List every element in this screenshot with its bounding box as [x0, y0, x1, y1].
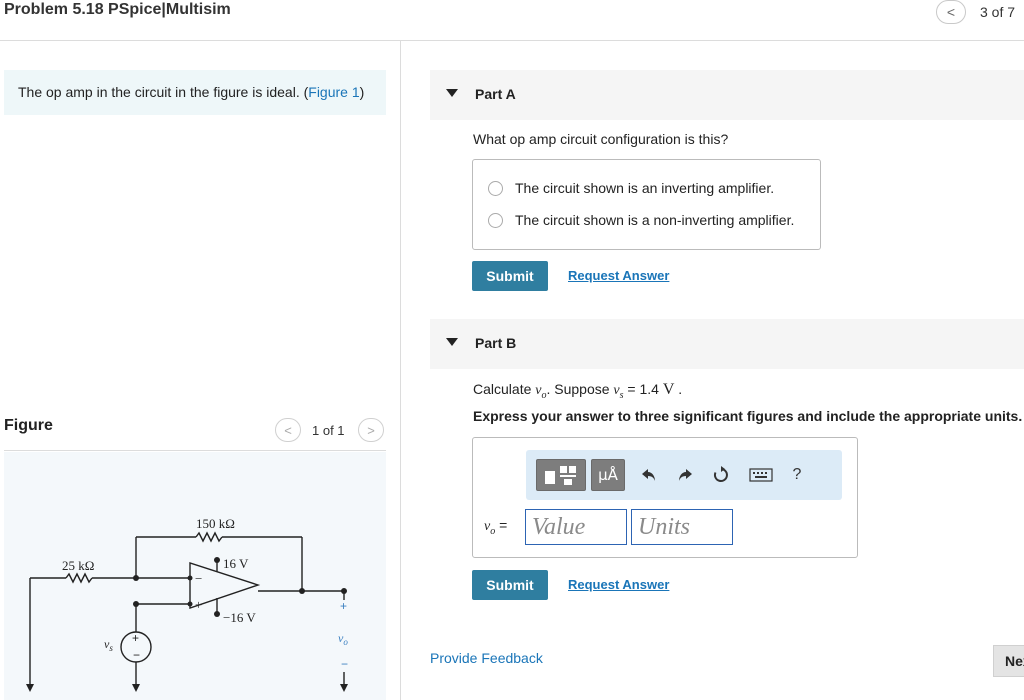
op-amp-circuit-diagram: 150 kΩ 25 kΩ 16 V −16 V − + + − vs + vo … — [26, 516, 348, 692]
undo-button[interactable] — [636, 462, 662, 488]
part-b-header[interactable]: Part B — [430, 319, 1024, 369]
option-non-inverting[interactable]: The circuit shown is a non-inverting amp… — [488, 212, 794, 228]
option-inverting[interactable]: The circuit shown is an inverting amplif… — [488, 180, 774, 196]
part-b-request-answer-link[interactable]: Request Answer — [568, 577, 669, 592]
calc-unit: V — [662, 381, 675, 398]
problem-title: Problem 5.18 PSpice|Multisim — [4, 1, 231, 18]
next-button[interactable]: Next — [993, 645, 1024, 677]
calc-end: . — [674, 381, 683, 397]
output-minus-sign: − — [341, 657, 348, 671]
reset-icon — [713, 466, 728, 482]
keyboard-icon — [749, 468, 773, 482]
inverting-input-sign: − — [195, 571, 202, 586]
circuit-figure: 150 kΩ 25 kΩ 16 V −16 V − + + − vs + vo … — [4, 452, 386, 700]
units-input[interactable] — [631, 509, 733, 545]
help-button[interactable]: ? — [784, 462, 810, 488]
redo-button[interactable] — [672, 462, 698, 488]
figure-count: 1 of 1 — [312, 423, 345, 438]
prev-problem-button[interactable]: < — [936, 0, 966, 24]
header-divider — [0, 40, 1024, 41]
source-minus-sign: − — [133, 648, 140, 662]
chevron-left-icon: < — [946, 4, 956, 20]
calc-prefix: Calculate — [473, 381, 536, 397]
output-sub: o — [343, 637, 348, 647]
value-input[interactable] — [525, 509, 627, 545]
radio-button[interactable] — [488, 212, 503, 228]
chevron-right-icon: > — [367, 422, 375, 438]
part-a-header[interactable]: Part A — [430, 70, 1024, 120]
source-sub: s — [109, 643, 113, 653]
part-a-label: Part A — [475, 86, 516, 102]
calc-mid: . Suppose — [546, 381, 614, 397]
reset-button[interactable] — [708, 462, 734, 488]
radio-button[interactable] — [488, 180, 503, 196]
templates-icon — [545, 466, 576, 485]
statement-close: ) — [359, 84, 365, 100]
calc-value: = 1.4 — [623, 381, 663, 397]
noninverting-input-sign: + — [195, 597, 202, 612]
problem-statement: The op amp in the circuit in the figure … — [4, 70, 386, 115]
output-plus-sign: + — [340, 599, 347, 613]
part-a-question: What op amp circuit configuration is thi… — [473, 131, 729, 147]
figure-prev-button[interactable]: < — [275, 418, 301, 442]
figure-divider — [4, 450, 386, 451]
input-resistor-label: 25 kΩ — [62, 558, 94, 573]
redo-icon — [679, 469, 692, 481]
units-button[interactable]: μÅ — [591, 459, 625, 491]
problem-count: 3 of 7 — [980, 4, 1016, 20]
source-plus-sign: + — [132, 631, 139, 645]
positive-supply-label: 16 V — [223, 556, 249, 571]
part-a-request-answer-link[interactable]: Request Answer — [568, 268, 669, 283]
chevron-left-icon: < — [284, 422, 292, 438]
statement-text: The op amp in the circuit in the figure … — [18, 84, 309, 100]
output-label: vo — [338, 631, 348, 647]
figure-heading: Figure — [4, 417, 53, 434]
keyboard-button[interactable] — [748, 462, 774, 488]
answer-box: μÅ ? vo = — [472, 437, 858, 558]
collapse-triangle-icon — [446, 89, 458, 97]
option-label: The circuit shown is a non-inverting amp… — [515, 212, 795, 228]
math-toolbar: μÅ ? — [526, 450, 842, 500]
part-a-options: The circuit shown is an inverting amplif… — [472, 159, 821, 250]
part-b-question: Calculate vo. Suppose vs = 1.4 V . — [473, 381, 682, 401]
templates-button[interactable] — [536, 459, 586, 491]
units-label: μÅ — [598, 466, 618, 484]
answer-eq: = — [495, 517, 508, 533]
part-b-label: Part B — [475, 335, 517, 351]
undo-icon — [642, 469, 655, 481]
part-a-submit-button[interactable]: Submit — [472, 261, 548, 291]
source-label: vs — [104, 637, 113, 653]
feedback-resistor-label: 150 kΩ — [196, 516, 235, 531]
collapse-triangle-icon — [446, 338, 458, 346]
negative-supply-label: −16 V — [223, 610, 256, 625]
figure-next-button[interactable]: > — [358, 418, 384, 442]
help-icon: ? — [792, 466, 802, 483]
answer-label: vo = — [484, 517, 507, 537]
figure-link[interactable]: Figure 1 — [308, 84, 359, 100]
provide-feedback-link[interactable]: Provide Feedback — [430, 650, 543, 666]
part-b-submit-button[interactable]: Submit — [472, 570, 548, 600]
part-b-instruction: Express your answer to three significant… — [473, 408, 1023, 424]
option-label: The circuit shown is an inverting amplif… — [515, 180, 775, 196]
column-divider — [400, 41, 401, 700]
